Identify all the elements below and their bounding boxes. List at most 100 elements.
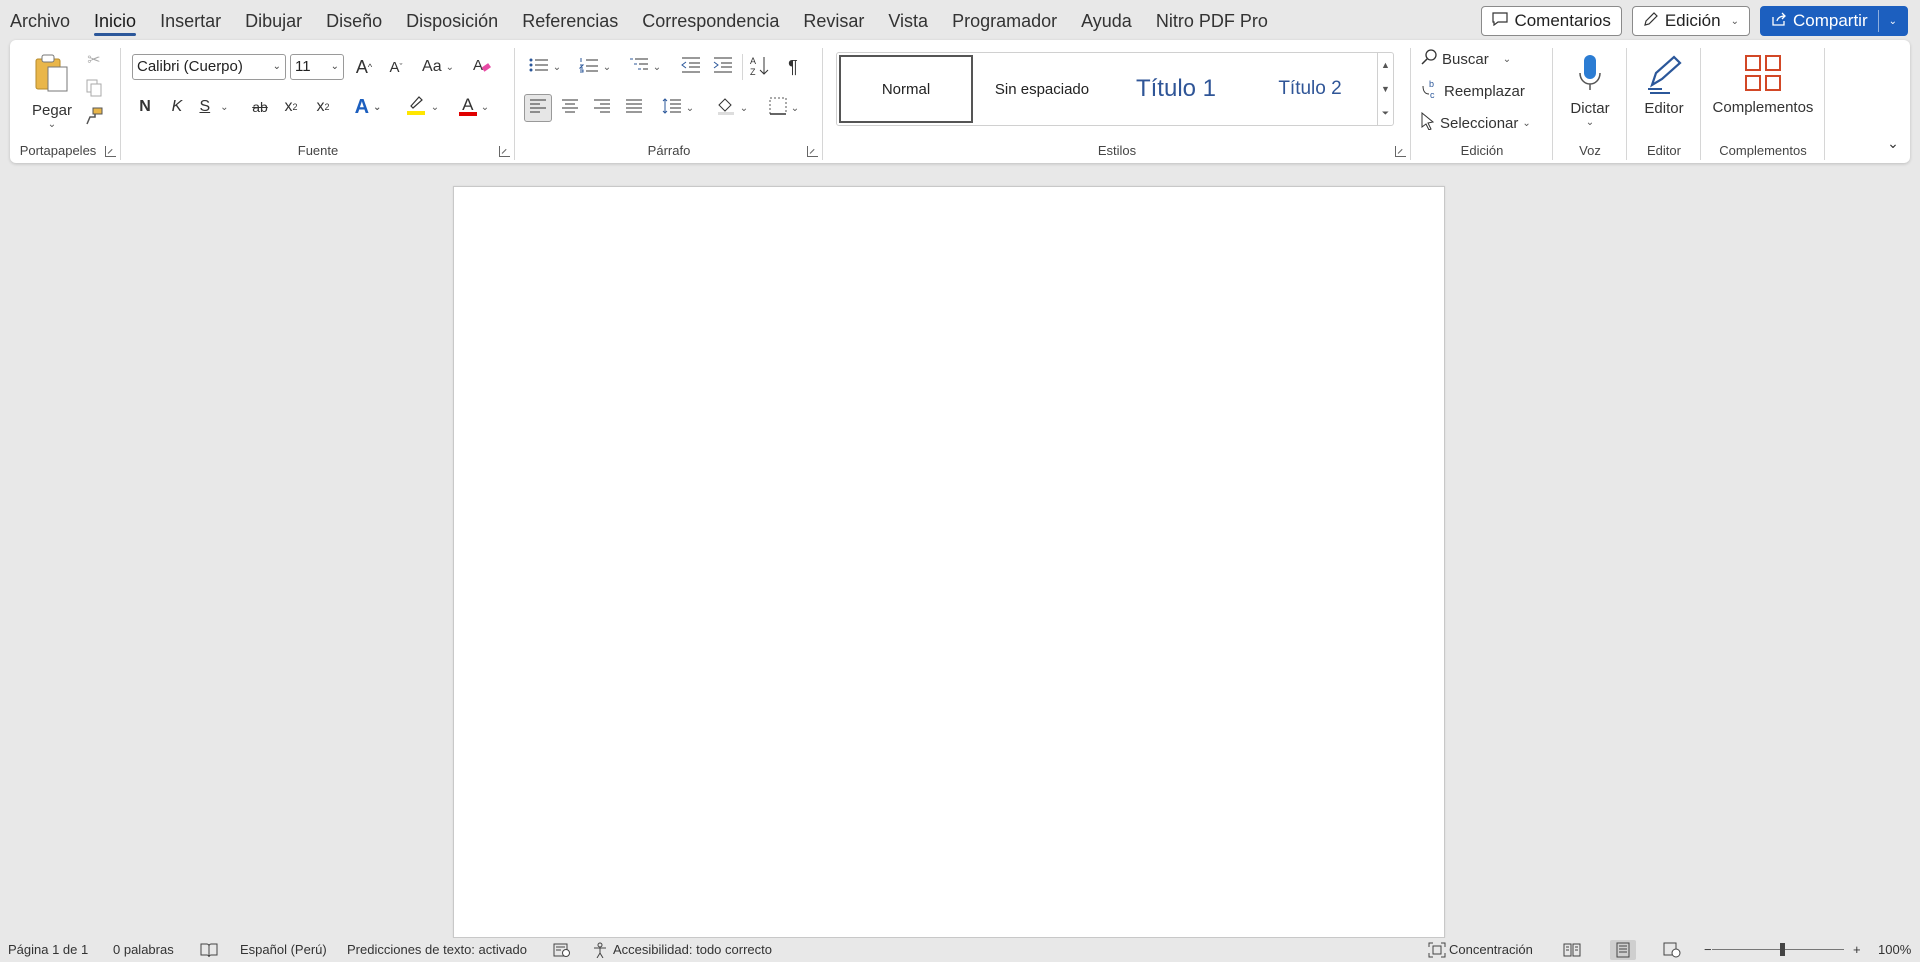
- clear-formatting-button[interactable]: A: [468, 54, 496, 80]
- gallery-scroll-down-icon[interactable]: ▼: [1378, 77, 1393, 101]
- clipboard-launcher-icon[interactable]: [105, 146, 116, 157]
- zoom-level[interactable]: 100%: [1878, 938, 1911, 962]
- style-normal[interactable]: Normal: [839, 55, 973, 123]
- subscript-mark: 2: [292, 102, 298, 112]
- editor-button[interactable]: Editor: [1632, 44, 1696, 126]
- highlight-color-button[interactable]: ⌄: [400, 94, 444, 120]
- font-launcher-icon[interactable]: [499, 146, 510, 157]
- comments-button[interactable]: Comentarios: [1481, 6, 1622, 36]
- separator: [1700, 48, 1701, 160]
- borders-button[interactable]: ⌄: [762, 94, 806, 122]
- tab-ayuda[interactable]: Ayuda: [1069, 0, 1144, 40]
- increase-indent-button[interactable]: [710, 54, 736, 80]
- grow-font-button[interactable]: A ^: [350, 54, 378, 80]
- bullets-button[interactable]: ⌄: [524, 54, 566, 80]
- document-page[interactable]: [453, 186, 1445, 938]
- editing-mode-button[interactable]: Edición ⌄: [1631, 6, 1750, 36]
- text-predictions-status[interactable]: Predicciones de texto: activado: [347, 938, 527, 962]
- styles-launcher-icon[interactable]: [1395, 146, 1406, 157]
- accessibility-status[interactable]: Accesibilidad: todo correcto: [613, 938, 772, 962]
- page-count[interactable]: Página 1 de 1: [8, 938, 88, 962]
- gallery-scroll-up-icon[interactable]: ▲: [1378, 53, 1393, 77]
- tab-correspondencia[interactable]: Correspondencia: [630, 0, 791, 40]
- style-heading-2[interactable]: Título 2: [1245, 55, 1375, 123]
- strikethrough-button[interactable]: ab: [246, 94, 274, 120]
- show-formatting-button[interactable]: ¶: [780, 54, 806, 80]
- align-left-button[interactable]: [524, 94, 552, 122]
- addins-button[interactable]: Complementos: [1706, 44, 1820, 126]
- sort-button[interactable]: AZ: [746, 54, 774, 82]
- zoom-in-button[interactable]: +: [1853, 938, 1861, 962]
- copy-icon[interactable]: [82, 76, 106, 100]
- comments-label: Comentarios: [1514, 11, 1611, 30]
- italic-button[interactable]: K: [164, 94, 190, 120]
- select-label: Seleccionar: [1440, 114, 1519, 132]
- subscript-button[interactable]: x2: [278, 94, 304, 120]
- select-button[interactable]: Seleccionar ⌄: [1420, 110, 1550, 136]
- paragraph-launcher-icon[interactable]: [807, 146, 818, 157]
- tab-referencias[interactable]: Referencias: [510, 0, 630, 40]
- zoom-out-button[interactable]: −: [1704, 938, 1712, 962]
- style-no-spacing[interactable]: Sin espaciado: [977, 55, 1107, 123]
- editing-group-label: Edición: [1460, 143, 1504, 158]
- tab-insertar[interactable]: Insertar: [148, 0, 233, 40]
- proofing-book-icon[interactable]: [200, 942, 218, 962]
- tab-archivo[interactable]: Archivo: [10, 0, 82, 40]
- font-color-button[interactable]: A ⌄: [452, 94, 496, 120]
- language-status[interactable]: Español (Perú): [240, 938, 327, 962]
- chevron-down-icon: ⌄: [1522, 117, 1531, 129]
- tab-disposicion[interactable]: Disposición: [394, 0, 510, 40]
- subscript-label: x: [284, 98, 293, 115]
- align-center-button[interactable]: [556, 94, 584, 122]
- justify-button[interactable]: [620, 94, 648, 122]
- font-name-select[interactable]: Calibri (Cuerpo) ⌄: [132, 54, 286, 80]
- tab-dibujar[interactable]: Dibujar: [233, 0, 314, 40]
- accessibility-icon[interactable]: [592, 942, 610, 962]
- dictate-button[interactable]: Dictar ⌄: [1558, 44, 1622, 136]
- zoom-slider-track[interactable]: [1712, 949, 1844, 950]
- cursor-arrow-icon: [1420, 111, 1436, 135]
- focus-icon[interactable]: [1428, 942, 1446, 962]
- tab-nitro-pdf-pro[interactable]: Nitro PDF Pro: [1144, 0, 1280, 40]
- multilevel-list-button[interactable]: ⌄: [624, 54, 666, 80]
- zoom-slider-thumb[interactable]: [1780, 943, 1785, 956]
- shading-button[interactable]: ⌄: [710, 94, 754, 122]
- tab-revisar[interactable]: Revisar: [791, 0, 876, 40]
- macro-record-icon[interactable]: [553, 942, 571, 962]
- cut-icon[interactable]: ✂: [82, 48, 106, 72]
- tab-programador[interactable]: Programador: [940, 0, 1069, 40]
- line-spacing-button[interactable]: ⌄: [656, 94, 700, 122]
- text-effects-button[interactable]: A ⌄: [346, 94, 390, 120]
- style-heading-1[interactable]: Título 1: [1109, 55, 1243, 123]
- focus-mode-label[interactable]: Concentración: [1449, 938, 1533, 962]
- shrink-font-button[interactable]: Aˇ: [382, 54, 410, 80]
- format-painter-icon[interactable]: [82, 104, 106, 128]
- underline-button[interactable]: S ⌄: [194, 94, 234, 120]
- chevron-down-icon: ⌄: [220, 101, 229, 113]
- web-layout-icon[interactable]: [1663, 942, 1681, 962]
- superscript-button[interactable]: x2: [310, 94, 336, 120]
- change-case-button[interactable]: Aa ⌄: [416, 54, 460, 80]
- decrease-indent-button[interactable]: [678, 54, 704, 80]
- find-button[interactable]: Buscar ⌄: [1420, 46, 1530, 72]
- gallery-more-icon[interactable]: ⏷: [1378, 101, 1393, 125]
- tab-vista[interactable]: Vista: [876, 0, 940, 40]
- print-layout-icon[interactable]: [1610, 940, 1636, 960]
- tab-inicio[interactable]: Inicio: [82, 0, 148, 40]
- numbering-button[interactable]: ⌄: [574, 54, 616, 80]
- read-mode-icon[interactable]: [1563, 942, 1581, 962]
- styles-gallery-scroll: ▲ ▼ ⏷: [1377, 53, 1393, 125]
- word-count[interactable]: 0 palabras: [113, 938, 174, 962]
- share-button[interactable]: Compartir ⌄: [1759, 6, 1908, 36]
- chevron-down-icon[interactable]: ⌄: [1889, 16, 1897, 27]
- editing-mode-label: Edición: [1664, 11, 1721, 30]
- align-right-button[interactable]: [588, 94, 616, 122]
- tab-diseno[interactable]: Diseño: [314, 0, 394, 40]
- bold-button[interactable]: N: [132, 94, 158, 120]
- replace-button[interactable]: bc Reemplazar: [1420, 78, 1540, 104]
- font-size-select[interactable]: 11 ⌄: [290, 54, 344, 80]
- paste-button[interactable]: Pegar ⌄: [26, 46, 78, 136]
- borders-icon: [769, 97, 787, 120]
- addins-label: Complementos: [1712, 99, 1814, 116]
- collapse-ribbon-icon[interactable]: ⌄: [1882, 132, 1904, 154]
